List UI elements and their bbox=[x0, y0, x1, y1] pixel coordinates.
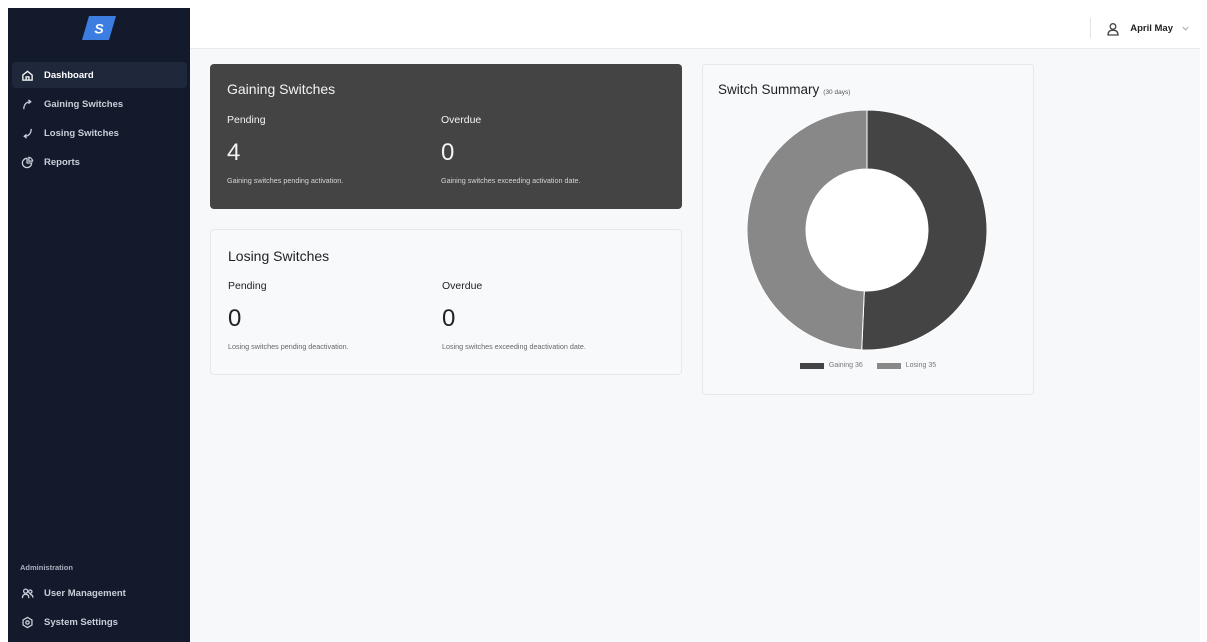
home-icon bbox=[20, 68, 34, 82]
brand-logo[interactable]: S bbox=[82, 16, 116, 40]
admin-section-label: Administration bbox=[20, 563, 73, 572]
chart-legend: Gaining 36 Losing 35 bbox=[703, 362, 1033, 369]
stat-description: Gaining switches pending activation. bbox=[227, 176, 344, 185]
stat-value: 4 bbox=[227, 139, 241, 166]
sidebar-item-label: System Settings bbox=[44, 616, 118, 628]
losing-switches-card[interactable]: Losing Switches Pending 0 Losing switche… bbox=[210, 229, 682, 375]
legend-item-gaining[interactable]: Gaining 36 bbox=[799, 362, 863, 369]
sidebar: S Dashboard Gaining Switches Losing Swit… bbox=[8, 8, 190, 642]
card-title: Gaining Switches bbox=[227, 81, 336, 97]
topbar-divider bbox=[1090, 18, 1091, 38]
sidebar-item-user-management[interactable]: User Management bbox=[12, 580, 187, 606]
stat-description: Gaining switches exceeding activation da… bbox=[441, 176, 581, 185]
legend-label: Losing 35 bbox=[905, 362, 937, 369]
logo-area: S bbox=[8, 8, 190, 48]
donut-chart bbox=[747, 110, 987, 350]
donut-hole bbox=[806, 169, 928, 291]
sidebar-nav: Dashboard Gaining Switches Losing Switch… bbox=[8, 62, 190, 175]
sidebar-item-label: Losing Switches bbox=[44, 127, 119, 139]
legend-swatch bbox=[876, 362, 901, 369]
sidebar-item-losing-switches[interactable]: Losing Switches bbox=[12, 120, 187, 146]
user-name: April May bbox=[1130, 23, 1173, 34]
arrow-up-curve-icon bbox=[20, 97, 34, 111]
sidebar-item-label: Dashboard bbox=[44, 69, 94, 81]
pending-stat: Pending 0 Losing switches pending deacti… bbox=[228, 280, 349, 351]
stat-label: Pending bbox=[227, 114, 266, 126]
chart-title-text: Switch Summary bbox=[718, 82, 820, 97]
main-content: April May Gaining Switches Pending 4 Gai… bbox=[190, 8, 1200, 642]
app-window: S Dashboard Gaining Switches Losing Swit… bbox=[8, 8, 1200, 642]
stat-label: Overdue bbox=[441, 114, 482, 126]
admin-section: Administration User Management System Se… bbox=[8, 563, 190, 642]
top-bar: April May bbox=[190, 8, 1200, 49]
chart-subtitle: (30 days) bbox=[823, 89, 851, 96]
overdue-stat: Overdue 0 Losing switches exceeding deac… bbox=[442, 280, 586, 351]
card-title: Losing Switches bbox=[228, 248, 330, 264]
switch-summary-card: Switch Summary (30 days) Gaining 36 Losing… bbox=[702, 64, 1034, 395]
sidebar-item-label: Gaining Switches bbox=[44, 98, 124, 110]
sidebar-item-label: User Management bbox=[44, 587, 126, 599]
sidebar-item-label: Reports bbox=[44, 156, 80, 168]
stat-value: 0 bbox=[442, 305, 456, 332]
sidebar-item-dashboard[interactable]: Dashboard bbox=[12, 62, 187, 88]
sidebar-item-system-settings[interactable]: System Settings bbox=[12, 609, 187, 635]
gaining-switches-card[interactable]: Gaining Switches Pending 4 Gaining switc… bbox=[210, 64, 682, 209]
overdue-stat: Overdue 0 Gaining switches exceeding act… bbox=[441, 114, 580, 185]
pending-stat: Pending 4 Gaining switches pending activ… bbox=[227, 114, 343, 185]
legend-label: Gaining 36 bbox=[828, 362, 863, 369]
logo-letter: S bbox=[94, 21, 104, 37]
stat-description: Losing switches exceeding deactivation d… bbox=[442, 342, 586, 351]
user-icon bbox=[1106, 22, 1120, 36]
stat-value: 0 bbox=[228, 305, 242, 332]
sidebar-item-reports[interactable]: Reports bbox=[12, 149, 187, 175]
chart-title: Switch Summary (30 days) bbox=[718, 82, 850, 97]
stat-value: 0 bbox=[441, 139, 455, 166]
user-menu[interactable]: April May bbox=[1106, 8, 1190, 49]
sidebar-item-gaining-switches[interactable]: Gaining Switches bbox=[12, 91, 187, 117]
users-icon bbox=[20, 586, 34, 600]
chevron-down-icon bbox=[1181, 24, 1190, 33]
stat-description: Losing switches pending deactivation. bbox=[228, 342, 349, 351]
stat-label: Pending bbox=[228, 280, 267, 292]
gear-icon bbox=[20, 615, 34, 629]
legend-swatch bbox=[799, 362, 824, 369]
pie-chart-icon bbox=[20, 155, 34, 169]
stat-label: Overdue bbox=[442, 280, 483, 292]
arrow-down-curve-icon bbox=[20, 126, 34, 140]
legend-item-losing[interactable]: Losing 35 bbox=[876, 362, 937, 369]
